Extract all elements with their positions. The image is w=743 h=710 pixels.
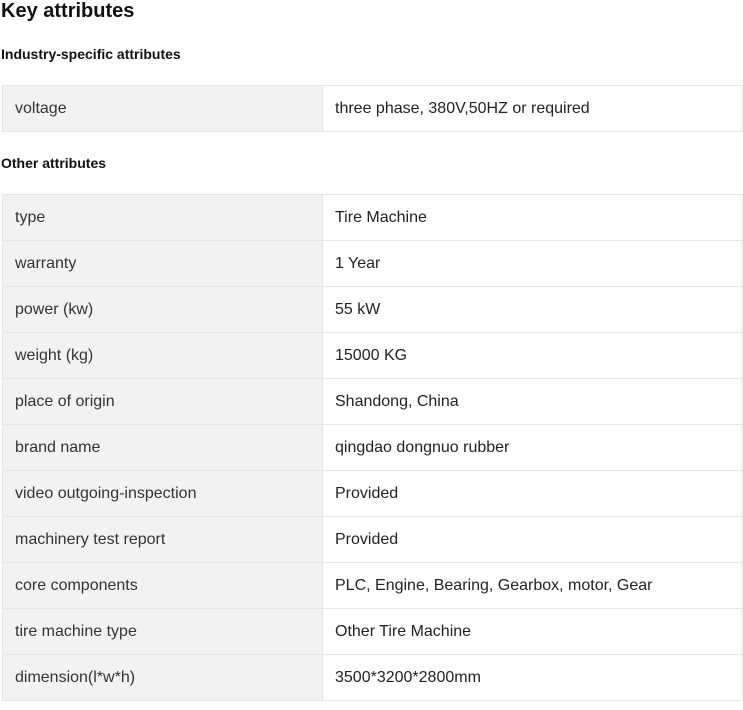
attribute-name: type	[2, 194, 323, 241]
page-title: Key attributes	[1, 0, 135, 22]
key-attributes-panel: Key attributes Industry-specific attribu…	[0, 0, 743, 710]
attribute-name: dimension(l*w*h)	[2, 654, 323, 701]
attribute-name: place of origin	[2, 378, 323, 425]
attribute-value: Provided	[322, 516, 743, 563]
attribute-name: voltage	[2, 85, 323, 132]
attribute-value: Tire Machine	[322, 194, 743, 241]
attribute-name: tire machine type	[2, 608, 323, 655]
attribute-value: Other Tire Machine	[322, 608, 743, 655]
attribute-value: Shandong, China	[322, 378, 743, 425]
table-row: machinery test report Provided	[2, 516, 743, 563]
attribute-name: core components	[2, 562, 323, 609]
attribute-value: 15000 KG	[322, 332, 743, 379]
attribute-value: PLC, Engine, Bearing, Gearbox, motor, Ge…	[322, 562, 743, 609]
table-row: power (kw) 55 kW	[2, 286, 743, 333]
attribute-name: brand name	[2, 424, 323, 471]
table-row: tire machine type Other Tire Machine	[2, 608, 743, 655]
attribute-name: warranty	[2, 240, 323, 287]
attribute-name: power (kw)	[2, 286, 323, 333]
table-row: brand name qingdao dongnuo rubber	[2, 424, 743, 471]
attribute-value: 55 kW	[322, 286, 743, 333]
other-attributes-table: type Tire Machine warranty 1 Year power …	[2, 194, 743, 701]
table-row: weight (kg) 15000 KG	[2, 332, 743, 379]
industry-attributes-table: voltage three phase, 380V,50HZ or requir…	[2, 85, 743, 132]
other-attributes-heading: Other attributes	[1, 155, 107, 171]
table-row: place of origin Shandong, China	[2, 378, 743, 425]
attribute-value: qingdao dongnuo rubber	[322, 424, 743, 471]
attribute-value: 3500*3200*2800mm	[322, 654, 743, 701]
table-row: dimension(l*w*h) 3500*3200*2800mm	[2, 654, 743, 701]
attribute-value: 1 Year	[322, 240, 743, 287]
attribute-name: video outgoing-inspection	[2, 470, 323, 517]
industry-attributes-heading: Industry-specific attributes	[1, 46, 181, 62]
attribute-name: weight (kg)	[2, 332, 323, 379]
attribute-value: Provided	[322, 470, 743, 517]
attribute-name: machinery test report	[2, 516, 323, 563]
table-row: voltage three phase, 380V,50HZ or requir…	[2, 85, 743, 132]
table-row: warranty 1 Year	[2, 240, 743, 287]
table-row: core components PLC, Engine, Bearing, Ge…	[2, 562, 743, 609]
attribute-value: three phase, 380V,50HZ or required	[322, 85, 743, 132]
table-row: video outgoing-inspection Provided	[2, 470, 743, 517]
table-row: type Tire Machine	[2, 194, 743, 241]
